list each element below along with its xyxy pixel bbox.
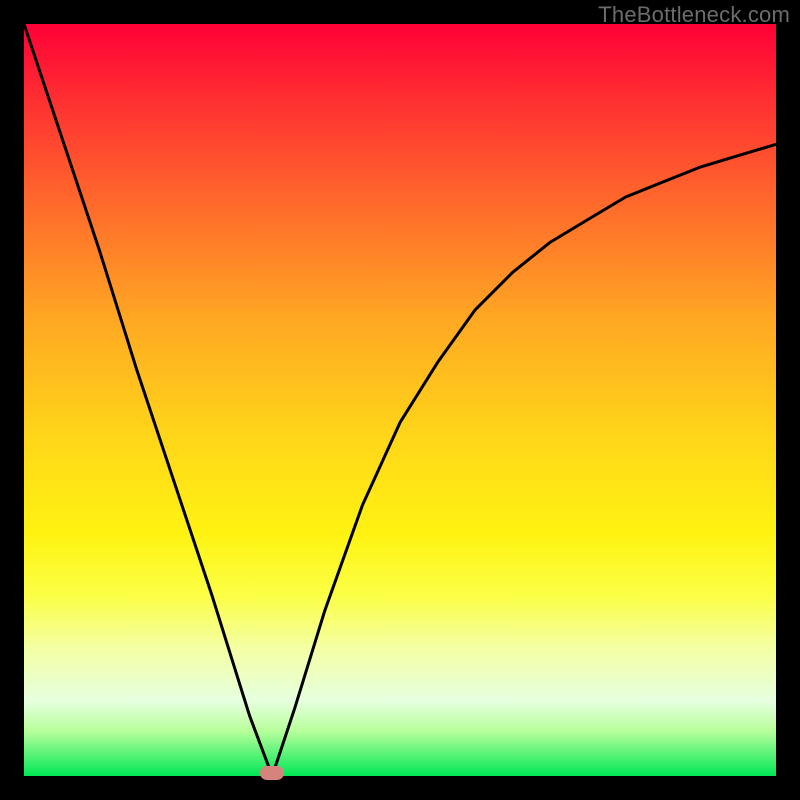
watermark-text: TheBottleneck.com	[598, 2, 790, 28]
min-marker	[260, 766, 284, 780]
bottleneck-curve	[24, 24, 776, 776]
